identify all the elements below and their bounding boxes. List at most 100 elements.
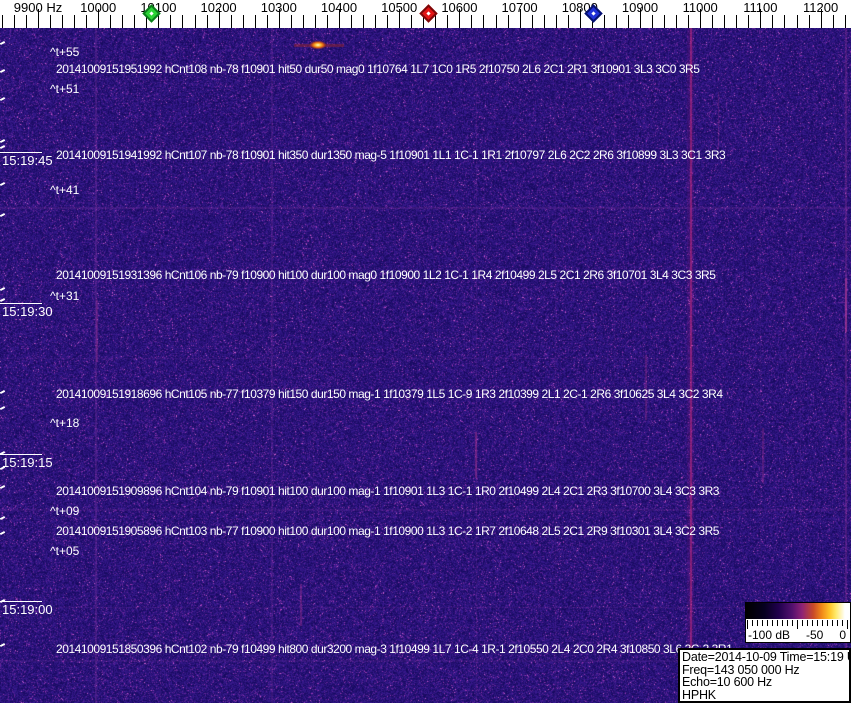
freq-marker-red-center <box>426 11 431 16</box>
left-edge-tick <box>0 297 6 303</box>
legend-tick <box>842 620 843 626</box>
legend-tick <box>757 620 758 626</box>
echo-data-line: 20141009151909896 hCnt104 nb-79 f10901 h… <box>56 484 720 498</box>
left-edge-tick <box>0 405 6 411</box>
left-edge-tick <box>0 181 6 187</box>
axis-tick <box>302 15 304 28</box>
axis-tick <box>122 15 124 28</box>
frequency-axis: 9900 Hz 10000 10100 10200 10300 10400 10500 106… <box>0 0 851 28</box>
axis-tick <box>640 9 641 28</box>
echo-data-line: 20141009151850396 hCnt102 nb-79 f10499 h… <box>56 642 733 656</box>
left-edge-tick <box>0 40 6 46</box>
time-offset-annotation: ^t+05 <box>50 544 80 558</box>
legend-label-min: -100 dB <box>748 628 791 642</box>
axis-tick <box>844 15 846 28</box>
info-echo: Echo=10 600 Hz <box>682 675 772 689</box>
time-offset-annotation: ^t+41 <box>50 183 80 197</box>
legend-tick <box>802 620 803 626</box>
freq-marker-green-center <box>149 11 154 16</box>
axis-tick <box>218 9 220 28</box>
axis-tick <box>182 15 184 28</box>
legend-tick <box>767 620 768 626</box>
left-edge-tick <box>0 144 6 150</box>
axis-tick <box>652 15 654 28</box>
axis-tick <box>784 15 786 28</box>
axis-tick <box>555 15 557 28</box>
axis-tick <box>98 9 100 28</box>
axis-tick <box>483 15 485 28</box>
db-scale-legend: -100 dB -50 0 <box>745 602 851 643</box>
axis-tick <box>760 9 762 28</box>
axis-tick <box>808 15 810 28</box>
legend-label-max: 0 <box>839 628 846 642</box>
axis-tick <box>507 15 509 28</box>
axis-tick <box>664 15 666 28</box>
axis-tick <box>339 9 340 28</box>
left-edge-tick <box>0 389 6 395</box>
legend-tick <box>812 620 813 626</box>
left-edge-tick <box>0 96 6 102</box>
legend-tick <box>787 620 788 626</box>
time-label: 15:19:00 <box>2 602 53 617</box>
left-edge-tick <box>0 68 6 74</box>
left-edge-tick <box>0 484 6 490</box>
left-edge-tick <box>0 642 6 648</box>
axis-tick <box>447 15 449 28</box>
axis-tick <box>38 9 39 28</box>
legend-tick <box>832 620 833 626</box>
axis-tick <box>411 15 413 28</box>
axis-tick <box>314 15 316 28</box>
axis-tick <box>459 9 461 28</box>
time-label: 15:19:15 <box>2 455 53 470</box>
axis-tick <box>266 15 268 28</box>
axis-tick <box>471 15 473 28</box>
legend-tick <box>827 620 828 626</box>
time-offset-annotation: ^t+55 <box>50 45 80 59</box>
echo-data-line: 20141009151931396 hCnt106 nb-79 f10900 h… <box>56 268 716 282</box>
axis-tick <box>820 9 822 28</box>
legend-tick <box>792 620 793 626</box>
echo-data-line: 20141009151941992 hCnt107 nb-78 f10901 h… <box>56 148 726 162</box>
legend-labels: -100 dB -50 0 <box>746 628 848 642</box>
legend-tick <box>807 620 808 626</box>
axis-tick <box>435 15 437 28</box>
axis-tick <box>13 15 15 28</box>
legend-tick <box>762 620 763 626</box>
legend-tick <box>817 620 818 626</box>
axis-tick <box>748 15 750 28</box>
echo-data-line: 20141009151951992 hCnt108 nb-78 f10901 h… <box>56 62 700 76</box>
time-offset-annotation: ^t+18 <box>50 416 80 430</box>
axis-tick <box>230 15 232 28</box>
time-label: 15:19:30 <box>2 304 53 319</box>
axis-tick <box>627 15 629 28</box>
left-edge-tick <box>0 286 6 292</box>
axis-tick <box>736 15 738 28</box>
info-box: Date=2014-10-09 Time=15:19 UTC Freq=143 … <box>678 648 851 703</box>
axis-tick <box>290 15 292 28</box>
axis-tick <box>110 15 112 28</box>
axis-tick <box>495 15 497 28</box>
axis-tick <box>62 15 64 28</box>
axis-tick <box>700 9 702 28</box>
axis-tick <box>170 15 172 28</box>
axis-tick <box>74 15 76 28</box>
left-edge-tick <box>0 530 6 536</box>
axis-tick <box>1 15 3 28</box>
info-station-id: HPHK <box>682 687 716 702</box>
axis-tick <box>579 9 581 28</box>
axis-tick <box>676 15 678 28</box>
axis-tick <box>363 15 365 28</box>
time-offset-annotation: ^t+51 <box>50 82 80 96</box>
axis-tick <box>567 15 569 28</box>
axis-tick <box>25 15 27 28</box>
legend-tick <box>822 620 823 626</box>
axis-tick <box>194 15 196 28</box>
left-edge-tick <box>0 138 6 144</box>
left-edge-tick <box>0 212 6 218</box>
axis-tick <box>242 15 244 28</box>
axis-tick <box>519 9 521 28</box>
info-date-time: Date=2014-10-09 Time=15:19 UTC <box>682 650 849 664</box>
axis-tick <box>399 9 401 28</box>
axis-tick <box>772 15 774 28</box>
axis-tick <box>543 15 545 28</box>
